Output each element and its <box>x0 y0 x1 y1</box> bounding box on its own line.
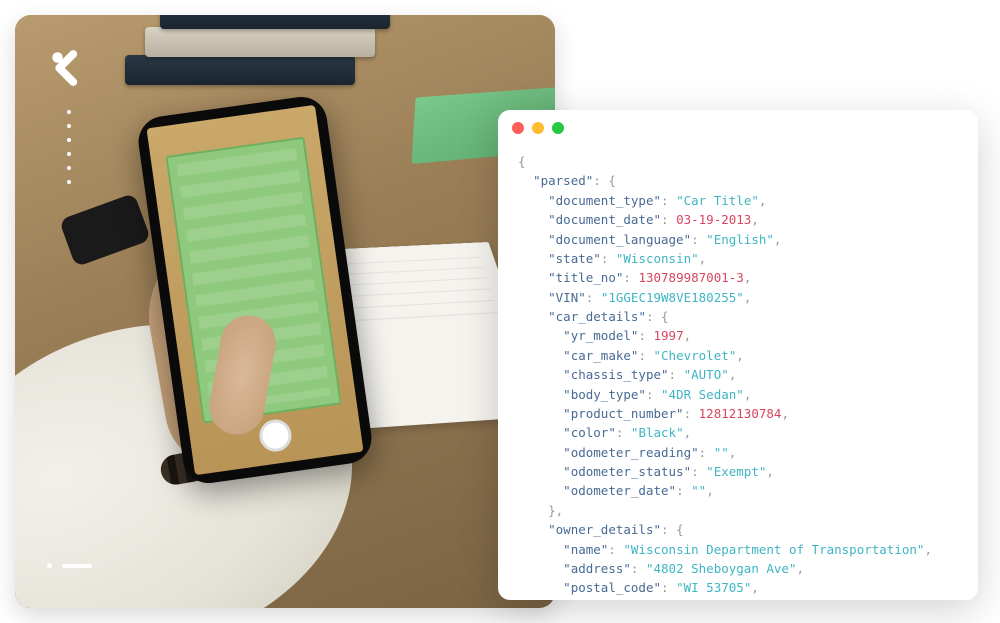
minimize-icon[interactable] <box>532 122 544 134</box>
capture-button-icon <box>257 417 293 453</box>
close-icon[interactable] <box>512 122 524 134</box>
photo-card <box>15 15 555 608</box>
binder-stack <box>105 15 395 115</box>
maximize-icon[interactable] <box>552 122 564 134</box>
window-titlebar <box>498 110 978 146</box>
code-output-window: { "parsed": { "document_type": "Car Titl… <box>498 110 978 600</box>
decorative-dots-vertical <box>67 110 71 184</box>
brand-logo-icon <box>47 47 89 93</box>
json-code-block: { "parsed": { "document_type": "Car Titl… <box>498 146 978 600</box>
decorative-dash-dot <box>47 563 92 568</box>
